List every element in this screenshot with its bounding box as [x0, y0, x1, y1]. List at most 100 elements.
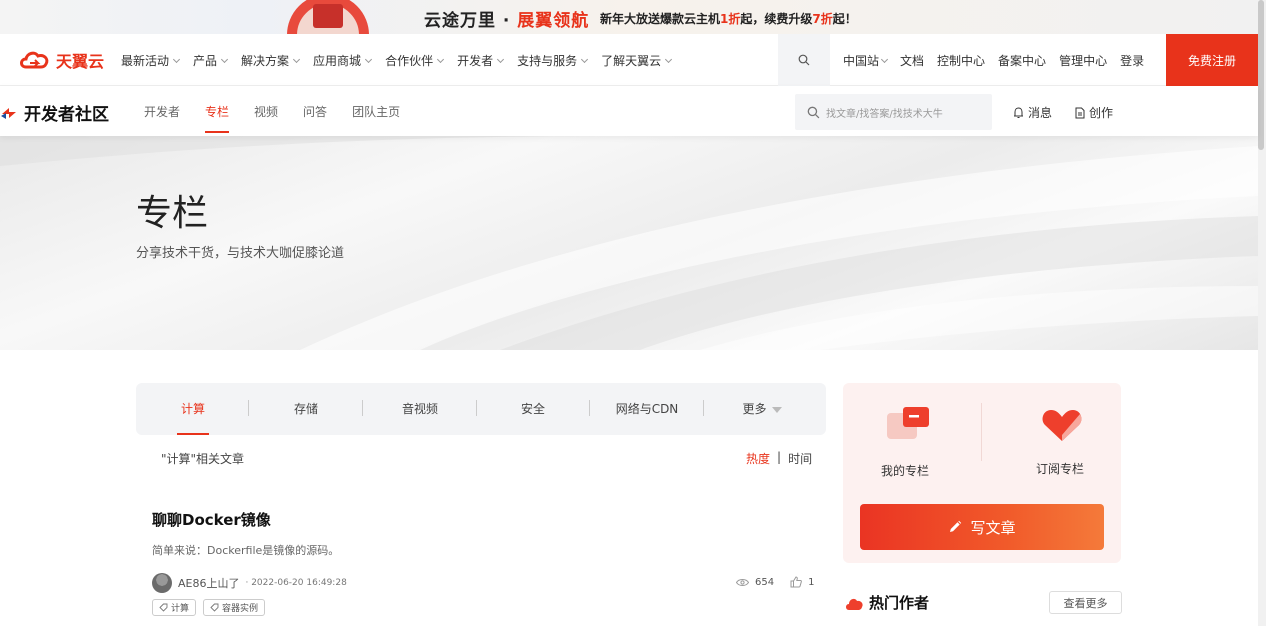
- chevron-down-icon: [581, 55, 589, 63]
- chevron-down-icon: [365, 55, 373, 63]
- nav-item-marketplace[interactable]: 应用商城: [313, 52, 373, 69]
- tab-team[interactable]: 团队主页: [352, 103, 400, 120]
- scrollbar-thumb[interactable]: [1258, 0, 1264, 150]
- main-nav: 天翼云 最新活动 产品 解决方案 应用商城 合作伙伴 开发者 支持与服务 了解天…: [0, 34, 1258, 86]
- nav-item-partners[interactable]: 合作伙伴: [385, 52, 445, 69]
- page-title: 专栏: [136, 193, 209, 234]
- sort-options: 热度 | 时间: [746, 450, 812, 467]
- caret-down-icon: [771, 406, 782, 413]
- chevron-down-icon: [293, 55, 301, 63]
- see-more-button[interactable]: 查看更多: [1049, 591, 1122, 614]
- article-meta: AE86上山了 · 2022-06-20 16:49:28: [152, 573, 347, 593]
- author-name[interactable]: AE86上山了: [178, 575, 239, 591]
- nav-item-developers[interactable]: 开发者: [457, 52, 505, 69]
- cloud-logo-icon: [20, 51, 49, 69]
- sort-by-popularity[interactable]: 热度: [746, 450, 770, 467]
- pencil-icon: [950, 520, 962, 532]
- link-docs[interactable]: 文档: [900, 52, 924, 69]
- write-article-button[interactable]: 写文章: [860, 504, 1104, 550]
- nav-item-latest[interactable]: 最新活动: [121, 52, 181, 69]
- chevron-down-icon: [172, 55, 181, 63]
- sort-by-time[interactable]: 时间: [788, 450, 812, 467]
- nav-item-products[interactable]: 产品: [193, 52, 229, 69]
- search-icon: [807, 106, 820, 118]
- chevron-down-icon: [437, 55, 445, 63]
- thumbs-up-icon[interactable]: [790, 576, 802, 588]
- site-logo[interactable]: 天翼云: [18, 48, 104, 72]
- chevron-down-icon: [497, 55, 505, 63]
- cloud-icon: [846, 598, 863, 610]
- avatar[interactable]: [152, 573, 172, 593]
- tag-container[interactable]: 容器实例: [203, 599, 266, 616]
- tag-compute[interactable]: 计算: [152, 599, 197, 616]
- tab-divider: [476, 400, 477, 416]
- publish-date: · 2022-06-20 16:49:28: [245, 578, 347, 588]
- sort-divider: |: [777, 450, 782, 464]
- category-tab-more[interactable]: 更多: [722, 400, 802, 417]
- heart-icon[interactable]: [1039, 405, 1085, 445]
- utility-nav: 中国站 文档 控制中心 备案中心 管理中心 登录: [843, 52, 1157, 69]
- region-selector[interactable]: 中国站: [843, 52, 889, 69]
- category-tab-security[interactable]: 安全: [493, 400, 573, 417]
- main-menu: 最新活动 产品 解决方案 应用商城 合作伙伴 开发者 支持与服务 了解天翼云: [121, 52, 685, 69]
- link-console[interactable]: 控制中心: [937, 52, 985, 69]
- create-button[interactable]: 创作: [1075, 104, 1113, 121]
- my-column-icon[interactable]: [885, 405, 931, 445]
- link-management[interactable]: 管理中心: [1059, 52, 1107, 69]
- messages-button[interactable]: 消息: [1013, 104, 1052, 121]
- bell-icon: [1014, 106, 1023, 118]
- community-nav: 开发者社区 开发者 专栏 视频 问答 团队主页 找文章/找答案/找技术大牛 消息…: [0, 86, 1258, 136]
- category-tabs: 计算 存储 音视频 安全 网络与CDN 更多: [136, 383, 826, 435]
- community-logo[interactable]: 开发者社区: [0, 100, 109, 125]
- page-scrollbar[interactable]: [1258, 0, 1266, 626]
- tab-columns[interactable]: 专栏: [205, 103, 230, 133]
- view-count: 654: [755, 576, 775, 588]
- link-login[interactable]: 登录: [1120, 52, 1144, 69]
- link-filing[interactable]: 备案中心: [998, 52, 1046, 69]
- register-button[interactable]: 免费注册: [1166, 34, 1258, 86]
- search-placeholder: 找文章/找答案/找技术大牛: [826, 108, 943, 120]
- promo-title: 云途万里 · 展翼领航: [424, 11, 590, 31]
- promo-text: 新年大放送爆款云主机1折起，续费升级7折起！: [600, 12, 857, 26]
- tab-divider: [248, 400, 249, 416]
- tag-icon: [159, 603, 168, 612]
- community-tabs: 开发者 专栏 视频 问答 团队主页: [144, 103, 425, 133]
- panel-divider: [981, 403, 982, 461]
- like-count: 1: [808, 576, 815, 588]
- tab-qa[interactable]: 问答: [303, 103, 327, 120]
- tab-divider: [362, 400, 363, 416]
- nav-item-about[interactable]: 了解天翼云: [601, 52, 673, 69]
- related-articles-heading: "计算"相关文章: [161, 452, 245, 466]
- article-summary: 简单来说：Dockerfile是镜像的源码。: [152, 544, 340, 557]
- my-column-label[interactable]: 我的专栏: [881, 462, 929, 479]
- promo-banner[interactable]: 云途万里 · 展翼领航 新年大放送爆款云主机1折起，续费升级7折起！: [0, 0, 1258, 34]
- chevron-down-icon: [665, 55, 673, 63]
- global-search-button[interactable]: [778, 34, 830, 86]
- eye-icon: [736, 578, 749, 586]
- chevron-down-icon: [220, 55, 229, 63]
- subscribe-column-label[interactable]: 订阅专栏: [1036, 460, 1084, 477]
- community-logo-icon: [1, 107, 16, 119]
- tab-videos[interactable]: 视频: [254, 103, 278, 120]
- tab-divider: [703, 400, 704, 416]
- category-tab-storage[interactable]: 存储: [266, 400, 346, 417]
- community-search-input[interactable]: 找文章/找答案/找技术大牛: [795, 94, 992, 130]
- column-panel: 我的专栏 订阅专栏 写文章: [843, 383, 1121, 563]
- article-stats: 654 1: [736, 576, 814, 588]
- nav-item-support[interactable]: 支持与服务: [517, 52, 589, 69]
- document-icon: [1075, 107, 1085, 118]
- nav-item-solutions[interactable]: 解决方案: [241, 52, 301, 69]
- category-tab-network[interactable]: 网络与CDN: [606, 400, 688, 417]
- chevron-down-icon: [880, 55, 889, 63]
- article-tags: 计算 容器实例: [152, 599, 266, 616]
- category-tab-compute[interactable]: 计算: [153, 400, 233, 435]
- page-subtitle: 分享技术干货，与技术大咖促膝论道: [136, 246, 345, 261]
- promo-graphic: [265, 0, 395, 34]
- hot-authors-heading: 热门作者: [845, 592, 929, 613]
- article-title[interactable]: 聊聊Docker镜像: [152, 509, 271, 530]
- tab-divider: [589, 400, 590, 416]
- search-icon: [798, 54, 810, 66]
- category-tab-media[interactable]: 音视频: [380, 400, 460, 417]
- hero-banner: 专栏 分享技术干货，与技术大咖促膝论道: [0, 136, 1258, 350]
- tab-developers[interactable]: 开发者: [144, 103, 180, 120]
